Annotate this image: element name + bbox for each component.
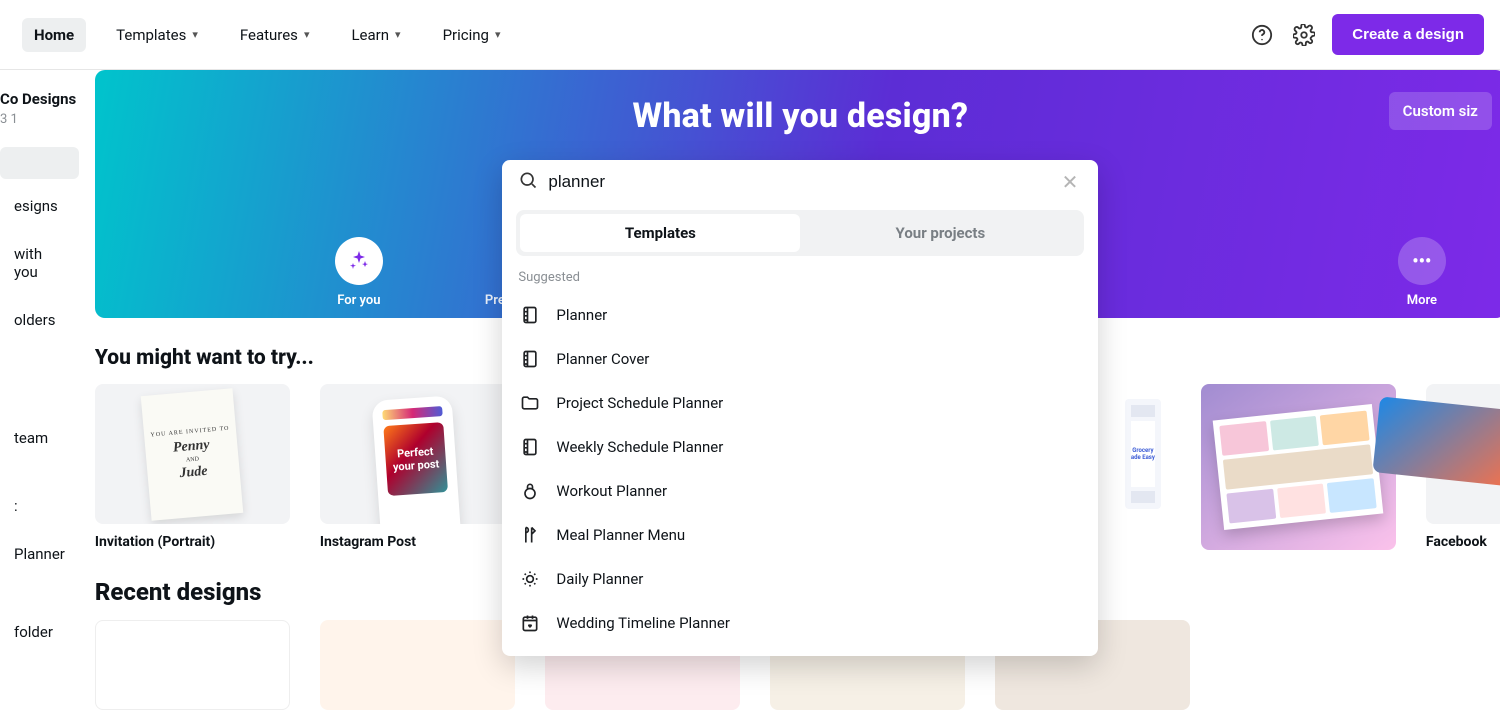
search-input[interactable] xyxy=(548,172,1047,192)
suggestion-label: Workout Planner xyxy=(556,482,667,500)
planner-icon xyxy=(518,303,542,327)
chevron-down-icon: ▾ xyxy=(495,28,501,41)
suggestion-daily-planner[interactable]: Daily Planner xyxy=(518,557,1082,601)
template-thumb: YOU ARE INVITED TO Penny AND Jude xyxy=(95,384,290,524)
custom-size-button[interactable]: Custom siz xyxy=(1389,92,1492,130)
template-card-pinterest[interactable]: Pinterest Pin (1000 × 1500) xyxy=(1201,384,1396,550)
suggestion-label: Meal Planner Menu xyxy=(556,526,685,544)
thumb-text: Grocery ade Easy xyxy=(1131,421,1155,487)
suggestion-workout[interactable]: Workout Planner xyxy=(518,469,1082,513)
sidebar-item-folders[interactable]: olders xyxy=(0,299,79,341)
search-tab-row: Templates Your projects xyxy=(516,210,1084,256)
nav-pricing-label: Pricing xyxy=(443,26,489,44)
utensils-icon xyxy=(518,523,542,547)
suggestion-label: Daily Planner xyxy=(556,570,643,588)
hero-banner: What will you design? Custom siz For you… xyxy=(95,70,1500,318)
nav-features[interactable]: Features ▾ xyxy=(228,18,322,52)
team-name: Co Designs xyxy=(0,90,79,108)
search-row: ✕ xyxy=(502,160,1098,204)
more-icon: ••• xyxy=(1398,237,1446,285)
nav-features-label: Features xyxy=(240,26,298,44)
category-more[interactable]: ••• More xyxy=(1398,237,1446,308)
sidebar-item-active[interactable] xyxy=(0,147,79,179)
suggestions-panel: Suggested Planner Planner Cover xyxy=(502,256,1098,656)
sidebar-item-shared[interactable]: with you xyxy=(0,233,79,293)
suggestion-label: Wedding Timeline Planner xyxy=(556,614,730,632)
folder-icon xyxy=(518,391,542,415)
planner-icon xyxy=(518,435,542,459)
template-card-instagram[interactable]: Perfect your post Instagram Post xyxy=(320,384,515,550)
sun-icon xyxy=(518,567,542,591)
search-icon xyxy=(518,170,538,194)
nav-left-group: Home Templates ▾ Features ▾ Learn ▾ Pric… xyxy=(22,18,513,52)
calendar-heart-icon xyxy=(518,611,542,635)
template-thumb: Grocery ade Easy xyxy=(1115,384,1171,524)
nav-templates[interactable]: Templates ▾ xyxy=(104,18,210,52)
thumb-text: AND xyxy=(186,455,199,462)
template-card-infographic[interactable]: Grocery ade Easy xyxy=(1115,384,1171,550)
chevron-down-icon: ▾ xyxy=(395,28,401,41)
category-more-label: More xyxy=(1407,293,1437,308)
sparkle-icon xyxy=(335,237,383,285)
sidebar-item-kit[interactable]: : xyxy=(0,485,79,527)
suggestion-planner[interactable]: Planner xyxy=(518,293,1082,337)
thumb-text: Perfect your post xyxy=(385,444,447,474)
suggestion-meal-planner[interactable]: Meal Planner Menu xyxy=(518,513,1082,557)
create-design-button[interactable]: Create a design xyxy=(1332,14,1484,55)
nav-home[interactable]: Home xyxy=(22,18,86,52)
sidebar-item-planner[interactable]: Planner xyxy=(0,533,79,575)
suggestion-project-schedule[interactable]: Project Schedule Planner xyxy=(518,381,1082,425)
tab-your-projects[interactable]: Your projects xyxy=(800,214,1080,252)
nav-right-group: Create a design xyxy=(1248,14,1484,55)
nav-learn-label: Learn xyxy=(351,26,389,44)
suggestion-weekly-schedule[interactable]: Weekly Schedule Planner xyxy=(518,425,1082,469)
planner-icon xyxy=(518,347,542,371)
template-card-label: Invitation (Portrait) xyxy=(95,534,290,550)
sidebar: Co Designs 3 1 esigns with you olders te… xyxy=(0,70,79,710)
tab-templates[interactable]: Templates xyxy=(520,214,800,252)
hero-title: What will you design? xyxy=(632,96,968,136)
template-card-label: Instagram Post xyxy=(320,534,515,550)
sidebar-item-team[interactable]: team xyxy=(0,417,79,459)
category-for-you[interactable]: For you xyxy=(335,237,383,308)
suggestion-wedding-timeline[interactable]: Wedding Timeline Planner xyxy=(518,601,1082,645)
template-thumb: Perfect your post xyxy=(320,384,515,524)
nav-templates-label: Templates xyxy=(116,26,186,44)
template-thumb xyxy=(1201,384,1396,550)
top-navbar: Home Templates ▾ Features ▾ Learn ▾ Pric… xyxy=(0,0,1500,70)
suggestion-planner-cover[interactable]: Planner Cover xyxy=(518,337,1082,381)
template-thumb xyxy=(1426,384,1500,524)
template-card-label: Facebook xyxy=(1426,534,1500,550)
recent-design-card[interactable] xyxy=(95,620,290,710)
thumb-text: Penny xyxy=(173,436,211,455)
template-card-invitation[interactable]: YOU ARE INVITED TO Penny AND Jude Invita… xyxy=(95,384,290,550)
suggestion-label: Project Schedule Planner xyxy=(556,394,723,412)
chevron-down-icon: ▾ xyxy=(192,28,198,41)
suggestion-label: Weekly Schedule Planner xyxy=(556,438,723,456)
gear-icon[interactable] xyxy=(1290,21,1318,49)
suggestion-label: Planner Cover xyxy=(556,350,649,368)
template-card-facebook[interactable]: Facebook xyxy=(1426,384,1500,550)
search-dropdown: ✕ Templates Your projects Suggested Plan… xyxy=(502,160,1098,656)
nav-pricing[interactable]: Pricing ▾ xyxy=(431,18,513,52)
thumb-text: Jude xyxy=(179,463,208,481)
clear-search-button[interactable]: ✕ xyxy=(1058,170,1083,194)
person-icon xyxy=(518,655,542,656)
sidebar-item-designs[interactable]: esigns xyxy=(0,185,79,227)
category-for-you-label: For you xyxy=(337,293,380,308)
help-icon[interactable] xyxy=(1248,21,1276,49)
suggested-heading: Suggested xyxy=(518,270,1082,285)
team-subtext: 3 1 xyxy=(0,112,79,127)
suggestion-personal-planner[interactable]: Personal Planner xyxy=(518,645,1082,656)
thumb-text: YOU ARE INVITED TO xyxy=(151,425,231,438)
team-block[interactable]: Co Designs 3 1 xyxy=(0,90,79,127)
recent-design-card[interactable] xyxy=(320,620,515,710)
suggestion-label: Planner xyxy=(556,306,607,324)
nav-learn[interactable]: Learn ▾ xyxy=(339,18,412,52)
chevron-down-icon: ▾ xyxy=(304,28,310,41)
sidebar-item-folder[interactable]: folder xyxy=(0,611,79,653)
content-area: What will you design? Custom siz For you… xyxy=(79,70,1500,710)
kettlebell-icon xyxy=(518,479,542,503)
